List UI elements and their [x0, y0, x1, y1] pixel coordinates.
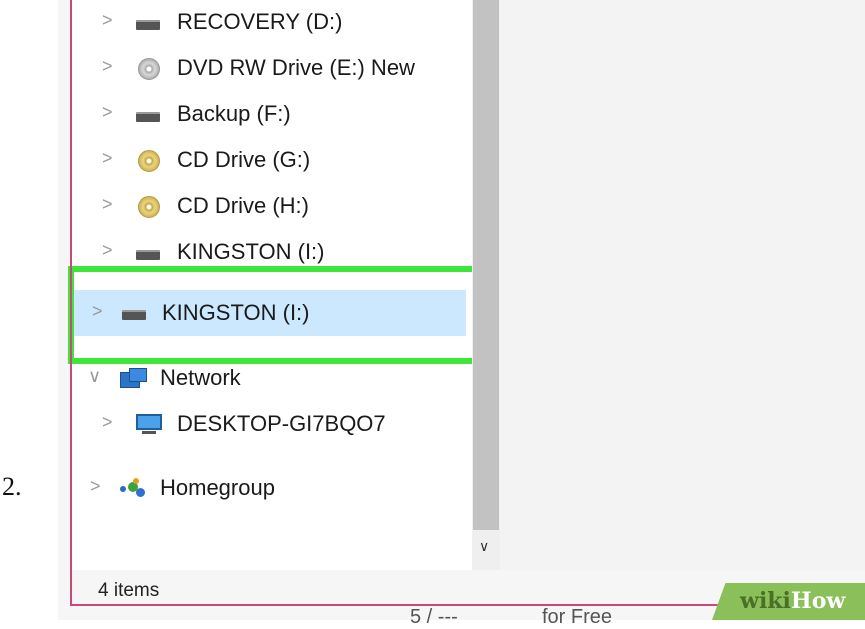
nav-item-label: Backup (F:) — [177, 101, 291, 126]
nav-item-label: RECOVERY (D:) — [177, 9, 343, 34]
chevron-right-icon[interactable]: > — [90, 476, 101, 497]
drive-icon — [136, 104, 162, 124]
nav-item-backup[interactable]: > Backup (F:) — [72, 92, 472, 136]
network-icon — [120, 368, 147, 388]
step-number: 2. — [2, 472, 22, 501]
nav-item-label: Homegroup — [160, 475, 275, 500]
nav-item-label: CD Drive (H:) — [177, 193, 309, 218]
chevron-right-icon[interactable]: > — [102, 412, 113, 433]
content-pane[interactable] — [500, 0, 865, 570]
nav-item-dvd-drive[interactable]: > DVD RW Drive (E:) New — [72, 46, 472, 90]
nav-item-cd-drive-h[interactable]: > CD Drive (H:) — [72, 184, 472, 228]
cd-icon — [136, 196, 162, 218]
chevron-right-icon[interactable]: > — [102, 240, 113, 261]
nav-item-kingston-selected[interactable]: > KINGSTON (I:) — [72, 290, 466, 336]
nav-item-label: Network — [160, 365, 241, 390]
background-text: for Free — [542, 606, 613, 628]
nav-item-homegroup[interactable]: > Homegroup — [72, 466, 472, 510]
chevron-right-icon[interactable]: > — [102, 10, 113, 31]
nav-item-recovery[interactable]: > RECOVERY (D:) — [72, 0, 472, 44]
dvd-icon — [136, 58, 162, 80]
nav-item-label: CD Drive (G:) — [177, 147, 311, 172]
background-text: 5 / --- — [410, 606, 458, 628]
drive-icon — [136, 242, 162, 262]
nav-item-desktop[interactable]: > DESKTOP-GI7BQO7 — [72, 402, 472, 446]
vertical-scrollbar[interactable]: ∨ — [472, 0, 500, 570]
chevron-right-icon[interactable]: > — [102, 194, 113, 215]
nav-item-label: KINGSTON (I:) — [162, 300, 310, 325]
drive-icon — [136, 12, 162, 32]
item-count: 4 items — [98, 580, 160, 601]
chevron-right-icon[interactable]: > — [102, 56, 113, 77]
computer-icon — [136, 414, 162, 434]
nav-item-kingston[interactable]: > KINGSTON (I:) — [72, 230, 472, 274]
chevron-down-icon[interactable]: ∨ — [88, 366, 101, 387]
cd-icon — [136, 150, 162, 172]
chevron-right-icon[interactable]: > — [102, 148, 113, 169]
scrollbar-thumb[interactable] — [473, 0, 499, 530]
watermark-logo: wikiHow — [740, 588, 846, 614]
nav-item-label: DESKTOP-GI7BQO7 — [177, 411, 386, 436]
window-border — [70, 0, 72, 606]
chevron-right-icon[interactable]: > — [92, 301, 103, 322]
homegroup-icon — [120, 478, 146, 498]
drive-icon — [122, 302, 148, 322]
scroll-down-arrow-icon[interactable]: ∨ — [479, 538, 489, 555]
nav-item-label: DVD RW Drive (E:) New — [177, 55, 415, 80]
chevron-right-icon[interactable]: > — [102, 102, 113, 123]
nav-item-cd-drive-g[interactable]: > CD Drive (G:) — [72, 138, 472, 182]
nav-item-label: KINGSTON (I:) — [177, 239, 325, 264]
nav-item-network[interactable]: ∨ Network — [72, 356, 472, 400]
